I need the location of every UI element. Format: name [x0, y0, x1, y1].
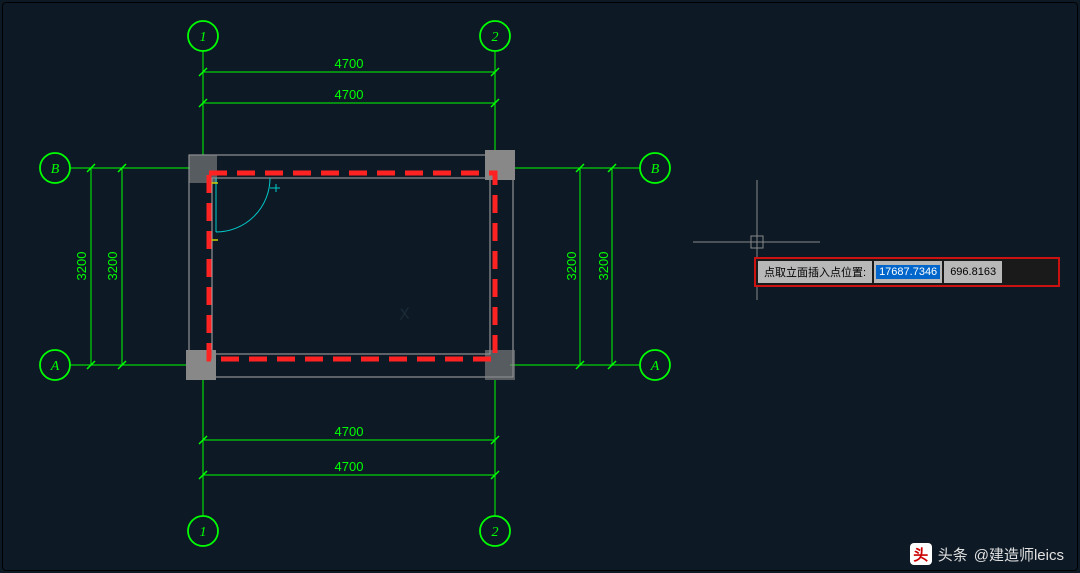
- dim-left-outer: 3200: [74, 164, 95, 369]
- svg-text:4700: 4700: [335, 424, 364, 439]
- grid-bubble-B-right: B: [510, 153, 670, 183]
- dim-left-inner: 3200: [105, 164, 126, 369]
- grid-bubble-2-top: 2: [480, 21, 510, 155]
- svg-text:A: A: [50, 359, 60, 374]
- coordinate-input-box[interactable]: 点取立面插入点位置: 17687.7346 696.8163: [754, 257, 1060, 287]
- svg-text:4700: 4700: [335, 56, 364, 71]
- svg-text:4700: 4700: [335, 87, 364, 102]
- coordinate-y-input[interactable]: 696.8163: [944, 261, 1002, 283]
- svg-text:2: 2: [492, 525, 499, 540]
- grid-bubble-2-bottom: 2: [480, 380, 510, 546]
- attribution-prefix: 头条: [938, 544, 968, 565]
- dim-right-outer: 3200: [596, 164, 616, 369]
- svg-text:3200: 3200: [74, 252, 89, 281]
- attribution-author: @建造师leics: [974, 544, 1064, 565]
- dim-top-inner: 4700: [199, 87, 499, 107]
- dim-bottom-inner: 4700: [199, 424, 499, 444]
- watermark: X: [397, 305, 413, 324]
- svg-text:A: A: [650, 359, 660, 374]
- attribution: 头 头条 @建造师leics: [910, 543, 1064, 565]
- toutiao-logo-icon: 头: [910, 543, 932, 565]
- svg-text:2: 2: [492, 30, 499, 45]
- svg-text:B: B: [51, 162, 60, 177]
- dim-right-inner: 3200: [564, 164, 584, 369]
- dim-top-outer: 4700: [199, 56, 499, 76]
- svg-text:4700: 4700: [335, 459, 364, 474]
- grid-bubble-1-top: 1: [188, 21, 218, 155]
- coordinate-prompt-label: 点取立面插入点位置:: [758, 261, 872, 283]
- dim-bottom-outer: 4700: [199, 459, 499, 479]
- svg-text:1: 1: [200, 525, 207, 540]
- grid-bubble-A-right: A: [510, 350, 670, 380]
- grid-bubble-A-left: A: [40, 350, 190, 380]
- svg-text:3200: 3200: [105, 252, 120, 281]
- coordinate-x-input[interactable]: 17687.7346: [874, 261, 942, 283]
- building-plan: [186, 150, 515, 380]
- svg-text:1: 1: [200, 30, 207, 45]
- svg-text:B: B: [651, 162, 660, 177]
- selection-rect: [209, 173, 495, 359]
- svg-text:3200: 3200: [596, 252, 611, 281]
- door-icon: [216, 178, 280, 232]
- grid-bubble-1-bottom: 1: [188, 380, 218, 546]
- grid-bubble-B-left: B: [40, 153, 190, 183]
- svg-text:3200: 3200: [564, 252, 579, 281]
